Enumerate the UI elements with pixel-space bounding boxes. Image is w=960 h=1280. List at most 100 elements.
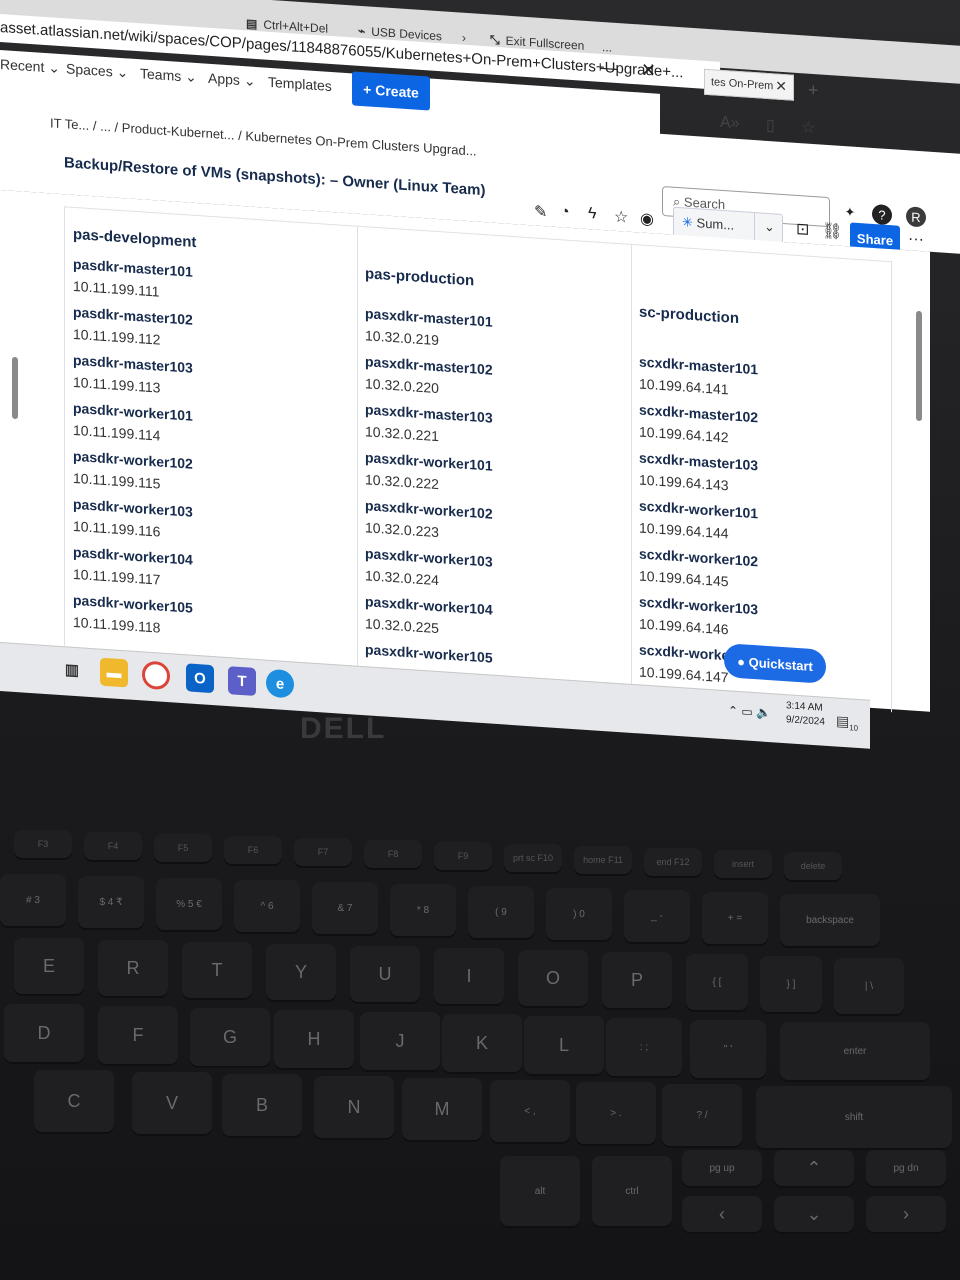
keyboard-key[interactable]: P [602,952,672,1008]
keyboard-key[interactable]: * 8 [390,884,456,936]
keyboard-key[interactable]: # 3 [0,874,66,926]
keyboard-key[interactable]: V [132,1072,212,1134]
keyboard-key[interactable]: F9 [434,842,492,870]
arrow-up-icon[interactable]: ⌃ [774,1150,854,1186]
keyboard-key[interactable]: " ' [690,1020,766,1078]
keyboard-key[interactable]: G [190,1008,270,1066]
outlook-icon[interactable]: O [186,663,214,694]
keyboard-key[interactable]: D [4,1004,84,1062]
keyboard-key[interactable]: E [14,938,84,994]
edge-icon[interactable]: e [266,668,294,699]
immersive-reader-icon[interactable]: ▯ [766,117,775,135]
keyboard-key[interactable]: prt sc F10 [504,844,562,872]
backspace-key[interactable]: backspace [780,894,880,946]
breadcrumb[interactable]: IT Te... / ... / Product-Kubernet... / K… [50,115,477,158]
notification-center-icon[interactable]: ▤10 [836,713,858,733]
nav-recent[interactable]: Recent ⌄ [0,56,60,77]
arrow-down-icon[interactable]: ⌄ [774,1196,854,1232]
more-icon[interactable]: ... [602,40,612,55]
keyboard-key[interactable]: K [442,1014,522,1072]
left-scroll-indicator[interactable] [12,356,18,420]
keyboard-key[interactable]: Y [266,944,336,1000]
notifications-icon[interactable]: ✦ [840,201,860,224]
chrome-icon[interactable] [142,660,170,691]
close-icon[interactable]: ✕ [641,60,656,81]
nav-spaces[interactable]: Spaces ⌄ [66,60,128,81]
help-icon[interactable]: ? [872,203,892,226]
keyboard-key[interactable]: < , [490,1080,570,1142]
keyboard-key[interactable]: { [ [686,954,748,1010]
scrollbar[interactable] [916,310,922,422]
pgup-key[interactable]: pg up [682,1150,762,1186]
keyboard-key[interactable]: N [314,1076,394,1138]
keyboard-key[interactable]: F8 [364,840,422,868]
keyboard-key[interactable]: I [434,948,504,1004]
keyboard-key[interactable]: home F11 [574,846,632,874]
keyboard-key[interactable]: ^ 6 [234,880,300,932]
alt-key[interactable]: alt [500,1156,580,1226]
keyboard-key[interactable]: ( 9 [468,886,534,938]
chevron-right-icon[interactable]: › [462,31,466,45]
keyboard-key[interactable]: : ; [606,1018,682,1076]
browser-tab[interactable]: tes On-Prem ✕ [704,68,794,101]
pgdn-key[interactable]: pg dn [866,1150,946,1186]
file-explorer-icon[interactable]: ▬ [100,657,128,688]
link-icon[interactable]: ⛓ [822,221,842,242]
favorite-star-icon[interactable]: ☆ [801,119,815,137]
comment-icon[interactable]: ◔ [560,203,570,222]
new-tab-icon[interactable]: + [808,80,819,102]
teams-icon[interactable]: T [228,666,256,697]
task-view-icon[interactable]: ▥ [58,655,86,685]
keyboard-key[interactable]: T [182,942,252,998]
read-aloud-icon[interactable]: A» [720,114,740,132]
system-tray[interactable]: ⌃ ▭ 🔈 [728,703,771,720]
keyboard-key[interactable]: H [274,1010,354,1068]
keyboard-key[interactable]: O [518,950,588,1006]
keyboard-key[interactable]: F5 [154,834,212,862]
edit-icon[interactable]: ✎ [534,201,547,222]
keyboard-key[interactable]: B [222,1074,302,1136]
keyboard-key[interactable]: % 5 € [156,878,222,930]
keyboard-key[interactable]: $ 4 ₹ [78,876,144,928]
keyboard-key[interactable]: ? / [662,1084,742,1146]
more-icon[interactable]: ··· [908,230,924,249]
keyboard-key[interactable]: delete [784,852,842,880]
arrow-left-icon[interactable]: ‹ [682,1196,762,1232]
watch-icon[interactable]: ◉ [640,209,654,230]
automation-icon[interactable]: ϟ [588,205,596,224]
nav-teams[interactable]: Teams ⌄ [140,65,197,86]
keyboard-key[interactable]: R [98,940,168,996]
keyboard-key[interactable]: | \ [834,958,904,1014]
ctrl-key[interactable]: ctrl [592,1156,672,1226]
keyboard-key[interactable]: F3 [14,830,72,858]
keyboard-key[interactable]: F6 [224,836,282,864]
keyboard-key[interactable]: C [34,1070,114,1132]
create-button[interactable]: + Create [352,71,430,111]
enter-key[interactable]: enter [780,1022,930,1080]
star-icon[interactable]: ☆ [614,207,628,228]
arrow-right-icon[interactable]: › [866,1196,946,1232]
chevron-down-icon[interactable]: ⌄ [764,219,775,236]
clock[interactable]: 3:14 AM 9/2/2024 [786,699,825,730]
keyboard-key[interactable]: U [350,946,420,1002]
keyboard-key[interactable]: + = [702,892,768,944]
keyboard-key[interactable]: L [524,1016,604,1074]
quickstart-button[interactable]: ● Quickstart [724,643,826,684]
nav-apps[interactable]: Apps ⌄ [208,70,256,90]
keyboard-key[interactable]: > . [576,1082,656,1144]
keyboard-key[interactable]: F7 [294,838,352,866]
avatar[interactable]: R [906,206,926,228]
keyboard-key[interactable]: end F12 [644,848,702,876]
keyboard-key[interactable]: ) 0 [546,888,612,940]
keyboard-key[interactable]: J [360,1012,440,1070]
nav-templates[interactable]: Templates [268,74,332,94]
keyboard-key[interactable]: } ] [760,956,822,1012]
keyboard-key[interactable]: F4 [84,832,142,860]
restrictions-icon[interactable]: ⊡ [796,219,809,240]
keyboard-key[interactable]: M [402,1078,482,1140]
minimize-icon[interactable]: — [600,57,618,78]
shift-key[interactable]: shift [756,1086,952,1148]
keyboard-key[interactable]: F [98,1006,178,1064]
tab-close-icon[interactable]: ✕ [775,77,787,95]
keyboard-key[interactable]: _ - [624,890,690,942]
